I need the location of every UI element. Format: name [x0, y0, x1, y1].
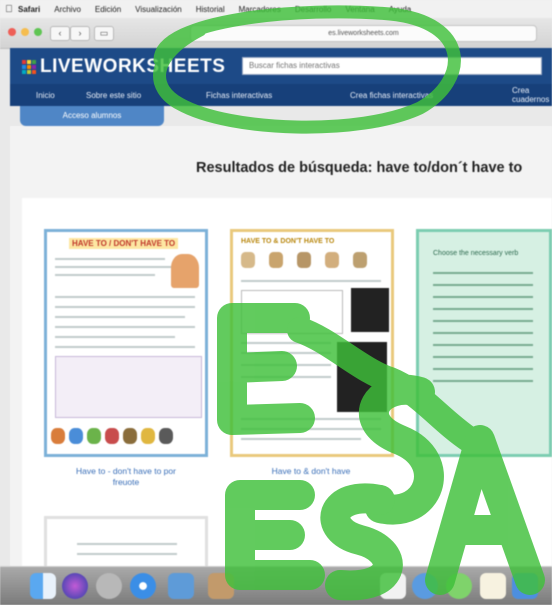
- thumb-people-row: [241, 252, 367, 268]
- calendar-icon[interactable]: [380, 573, 406, 599]
- thumb-heading-3: Choose the necessary verb: [433, 250, 519, 257]
- mail-icon[interactable]: [168, 573, 194, 599]
- photos-icon[interactable]: [412, 573, 438, 599]
- forward-icon[interactable]: ›: [70, 26, 90, 41]
- logo-grid-icon: [22, 60, 36, 74]
- site-logo[interactable]: LIVEWORKSHEETS: [22, 56, 225, 78]
- safari-icon[interactable]: [130, 573, 156, 599]
- menu-safari[interactable]: Safari: [18, 5, 40, 14]
- menu-ventana[interactable]: Ventana: [345, 5, 374, 14]
- menu-ayuda[interactable]: Ayuda: [389, 5, 412, 14]
- menu-visualizacion[interactable]: Visualización: [135, 5, 182, 14]
- thumb-icons-row: [51, 428, 203, 450]
- launchpad-icon[interactable]: [96, 573, 122, 599]
- menu-archivo[interactable]: Archivo: [54, 5, 81, 14]
- app-store-icon[interactable]: [512, 573, 538, 599]
- notes-icon[interactable]: [480, 573, 506, 599]
- worksheet-thumbnail-3[interactable]: Choose the necessary verb: [416, 229, 552, 457]
- minimize-window-icon[interactable]: [21, 28, 29, 36]
- thumb-table-1: [55, 356, 202, 418]
- worksheet-caption-1[interactable]: Have to - don't have to por freuote: [62, 466, 190, 488]
- screen:  Safari Archivo Edición Visualización H…: [0, 0, 552, 605]
- close-window-icon[interactable]: [8, 28, 16, 36]
- menu-historial[interactable]: Historial: [196, 5, 225, 14]
- back-icon[interactable]: ‹: [50, 26, 70, 41]
- site-search-input[interactable]: [242, 57, 542, 75]
- worksheet-thumbnail-2[interactable]: HAVE TO & DON'T HAVE TO: [230, 229, 394, 457]
- site-nav: Inicio Sobre este sitio Fichas interacti…: [10, 84, 552, 106]
- mac-dock: [0, 566, 552, 605]
- worksheet-caption-2[interactable]: Have to & don't have: [256, 466, 366, 477]
- nav-fichas[interactable]: Fichas interactivas: [206, 91, 272, 100]
- finder-icon[interactable]: [30, 573, 56, 599]
- nav-sobre[interactable]: Sobre este sitio: [86, 91, 141, 100]
- student-access-button[interactable]: Acceso alumnos: [20, 106, 164, 126]
- window-controls: [8, 28, 42, 36]
- menu-marcadores[interactable]: Marcadores: [239, 5, 281, 14]
- maximize-window-icon[interactable]: [34, 28, 42, 36]
- sidebar-icon[interactable]: ▭: [94, 26, 114, 41]
- results-title: Resultados de búsqueda: have to/don´t ha…: [196, 160, 523, 176]
- menu-desarrollo[interactable]: Desarrollo: [295, 5, 331, 14]
- siri-icon[interactable]: [62, 573, 88, 599]
- mac-menu-bar:  Safari Archivo Edición Visualización H…: [0, 0, 552, 19]
- browser-toolbar: ‹ › ▭ es.liveworksheets.com: [0, 18, 552, 49]
- character-illustration: [171, 254, 199, 288]
- menu-edicion[interactable]: Edición: [95, 5, 121, 14]
- thumb-heading-2: HAVE TO & DON'T HAVE TO: [241, 238, 335, 245]
- nav-crea-fichas[interactable]: Crea fichas interactivas: [350, 91, 433, 100]
- apple-icon[interactable]: : [0, 4, 18, 15]
- nav-crea-cuadernos[interactable]: Crea cuadernos: [512, 86, 552, 104]
- thumb-grid-2: [241, 290, 343, 334]
- worksheet-thumbnail-1[interactable]: HAVE TO / DON'T HAVE TO: [44, 229, 208, 457]
- contacts-icon[interactable]: [208, 573, 234, 599]
- site-header: LIVEWORKSHEETS: [10, 48, 552, 84]
- thumb-heading-1: HAVE TO / DON'T HAVE TO: [69, 238, 179, 249]
- address-bar[interactable]: es.liveworksheets.com: [190, 25, 537, 42]
- logo-text: LIVEWORKSHEETS: [40, 56, 226, 77]
- messages-icon[interactable]: [446, 573, 472, 599]
- nav-inicio[interactable]: Inicio: [36, 91, 55, 100]
